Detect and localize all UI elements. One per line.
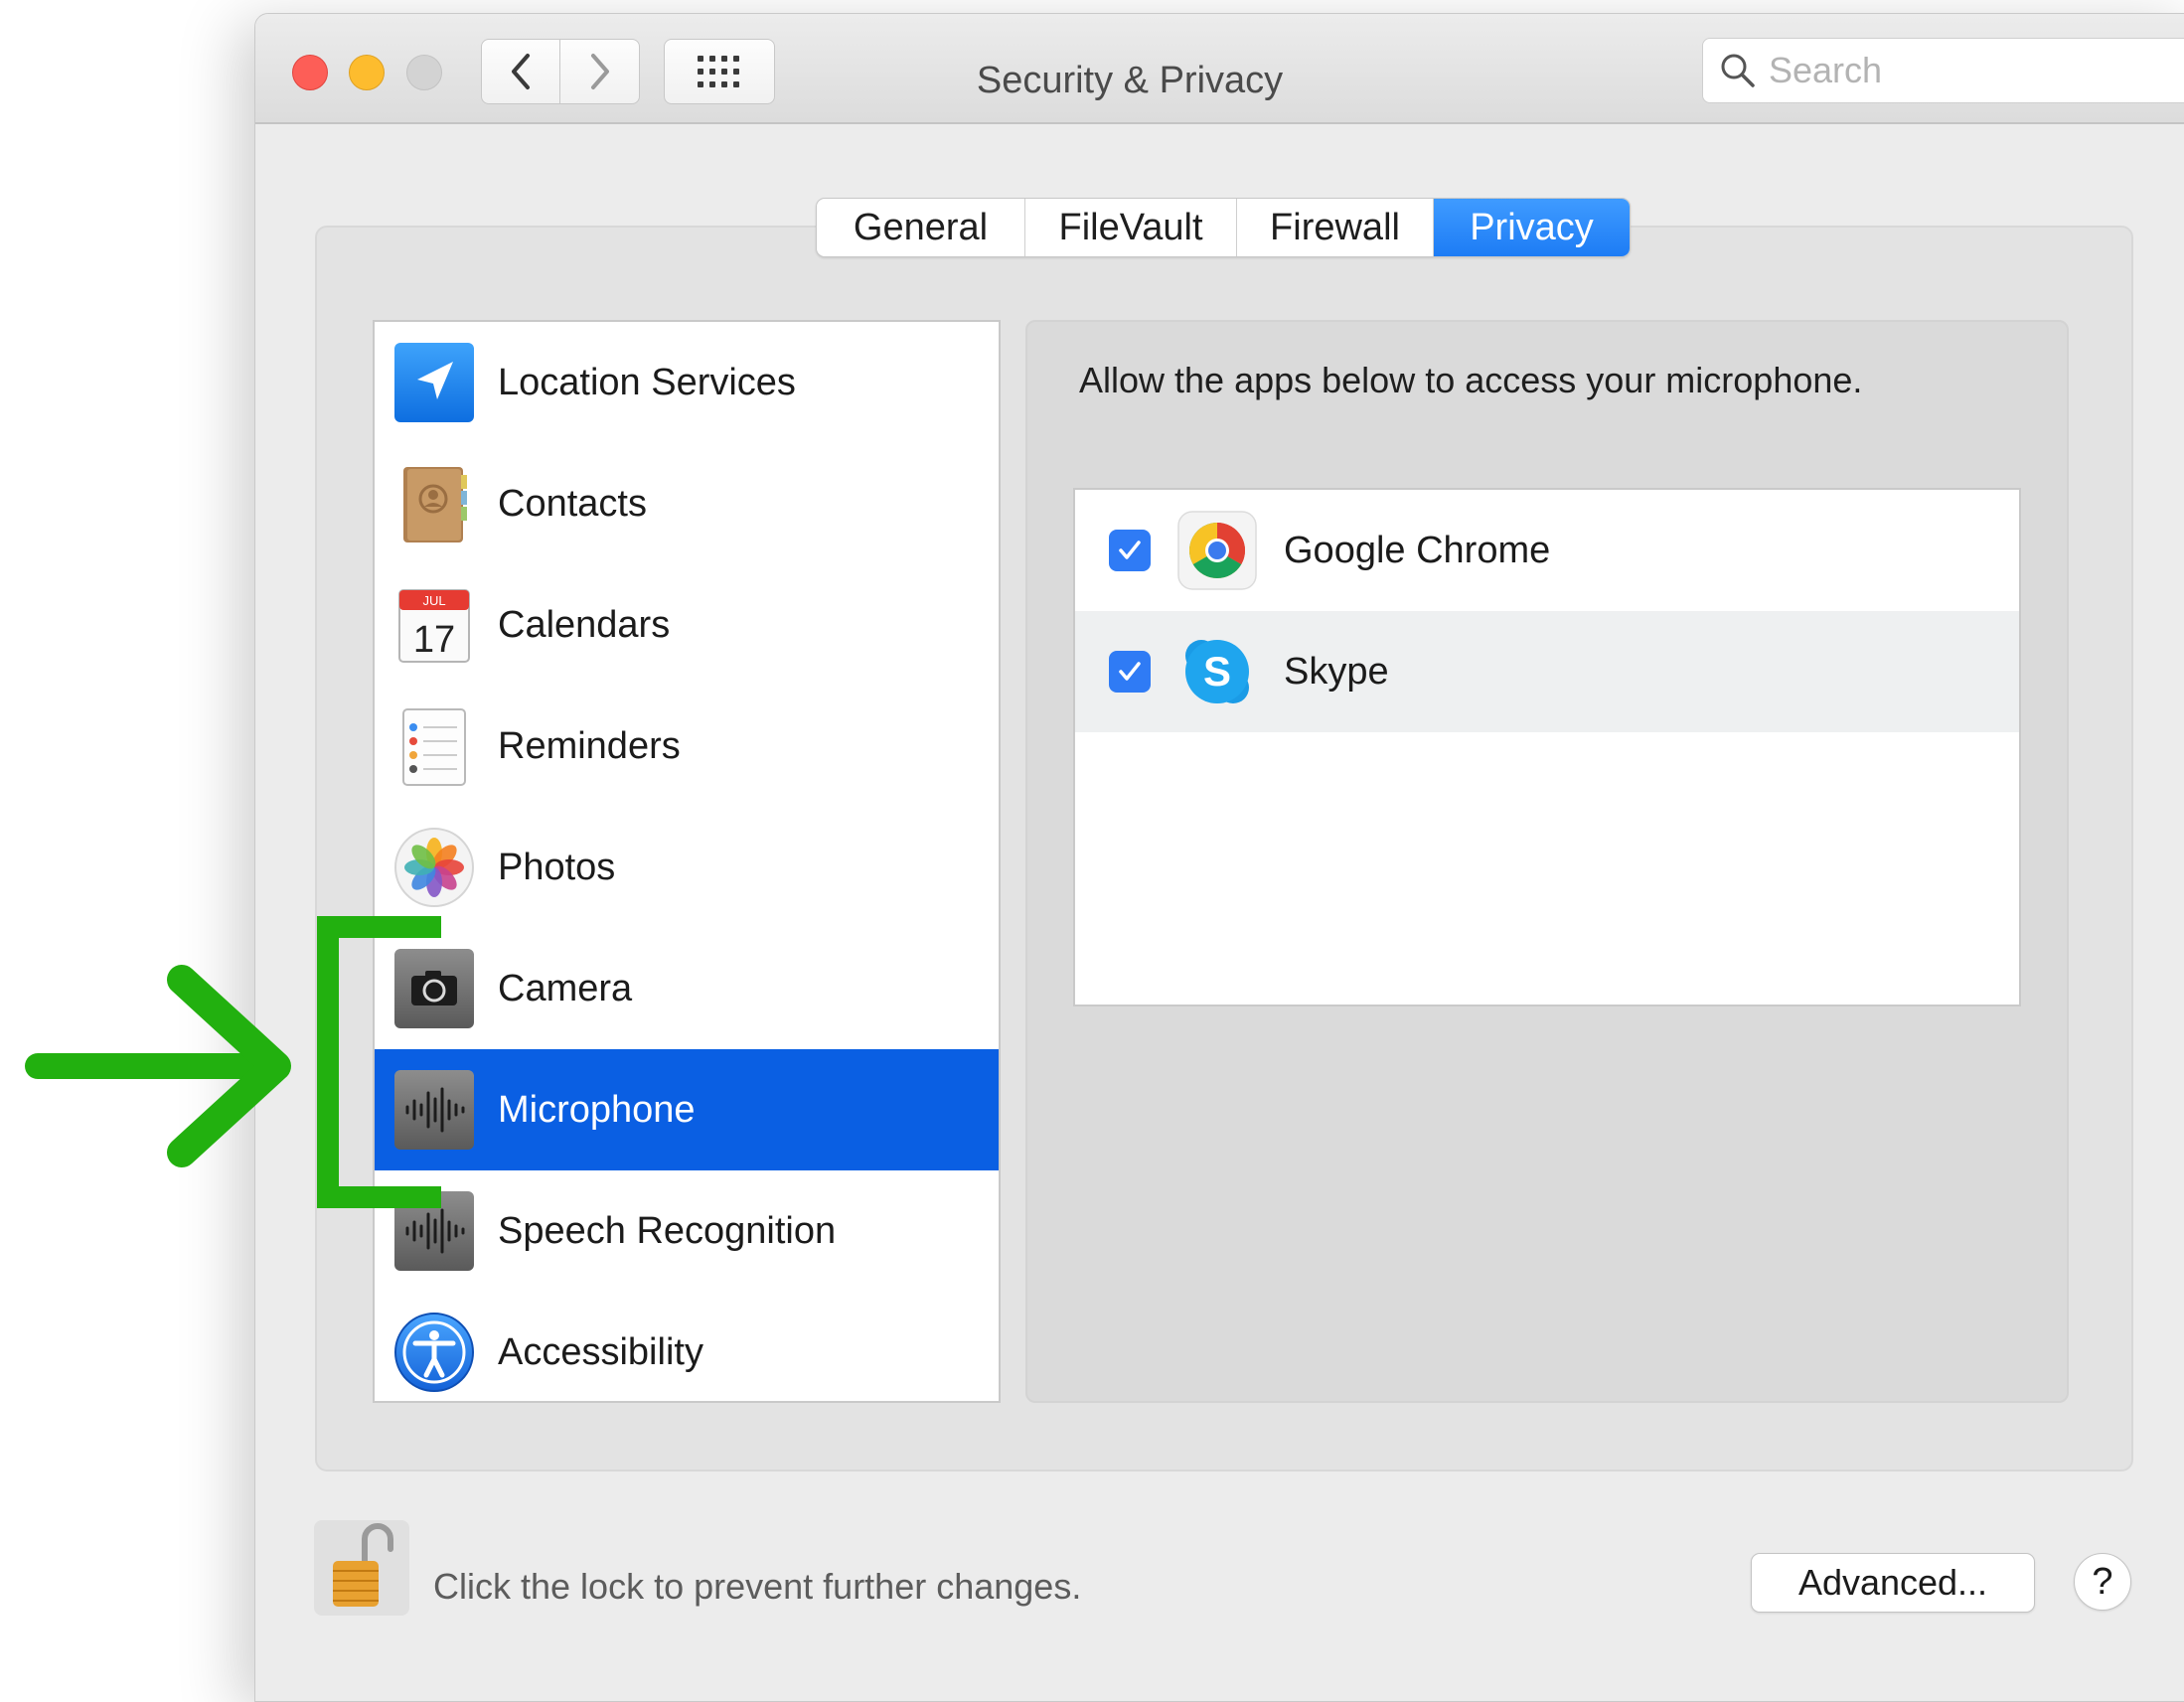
calendar-icon: JUL 17 [392,583,476,667]
back-button[interactable] [481,39,560,104]
zoom-button[interactable] [406,55,442,90]
microphone-waveform-icon [392,1068,476,1152]
category-accessibility[interactable]: Accessibility [375,1292,999,1413]
minimize-button[interactable] [349,55,385,90]
category-label: Contacts [498,482,647,525]
category-photos[interactable]: Photos [375,807,999,928]
help-button[interactable]: ? [2074,1553,2131,1611]
category-camera[interactable]: Camera [375,928,999,1049]
lock-status-text: Click the lock to prevent further change… [433,1566,1082,1607]
search-field[interactable] [1702,38,2184,103]
app-name: Skype [1284,650,1389,693]
skype-icon: S [1176,631,1258,712]
speech-waveform-icon [392,1189,476,1273]
show-all-button[interactable] [664,39,775,104]
calendar-day-text: 17 [413,619,455,661]
chevron-left-icon [512,54,530,89]
svg-text:S: S [1203,648,1231,695]
reminders-list-icon [392,704,476,788]
annotation-arrow-icon [25,965,291,1167]
category-label: Camera [498,967,633,1009]
advanced-button[interactable]: Advanced... [1751,1553,2035,1613]
contacts-book-icon [392,462,476,545]
app-row-skype[interactable]: S Skype [1075,611,2019,732]
tab-bar: General FileVault Firewall Privacy [816,198,1631,257]
grid-icon [698,56,739,87]
checkmark-icon [1119,541,1141,559]
category-reminders[interactable]: Reminders [375,686,999,807]
category-speech-recognition[interactable]: Speech Recognition [375,1170,999,1292]
unlocked-padlock-icon [333,1523,393,1607]
category-label: Calendars [498,603,671,646]
chevron-right-icon [590,54,609,89]
accessibility-person-icon [392,1311,476,1394]
forward-button[interactable] [560,39,640,104]
tab-filevault[interactable]: FileVault [1025,199,1237,256]
category-contacts[interactable]: Contacts [375,443,999,564]
lock-button[interactable] [314,1520,409,1616]
category-label: Reminders [498,724,681,767]
category-label: Photos [498,846,616,888]
app-checkbox[interactable] [1109,530,1151,571]
close-button[interactable] [292,55,328,90]
search-icon [1721,54,1755,87]
category-location-services[interactable]: Location Services [375,322,999,443]
camera-icon [392,947,476,1030]
app-permission-list: Google Chrome S Skype [1073,488,2021,1006]
category-label: Accessibility [498,1330,703,1373]
tab-firewall[interactable]: Firewall [1237,199,1434,256]
pane-instruction: Allow the apps below to access your micr… [1079,360,1863,400]
chrome-icon [1176,510,1258,591]
category-label: Location Services [498,361,796,403]
app-name: Google Chrome [1284,529,1551,571]
category-calendars[interactable]: JUL 17 Calendars [375,564,999,686]
app-row-google-chrome[interactable]: Google Chrome [1075,490,2019,611]
category-label: Speech Recognition [498,1209,837,1252]
privacy-category-list: Location Services Contacts JUL 17 Calenda… [373,320,1001,1403]
category-label: Microphone [498,1088,696,1131]
photos-flower-icon [392,826,476,909]
app-checkbox[interactable] [1109,651,1151,693]
title-bar: Security & Privacy [255,14,2184,124]
tab-privacy[interactable]: Privacy [1434,199,1630,256]
checkmark-icon [1119,662,1141,681]
calendar-month-text: JUL [422,593,445,608]
category-microphone[interactable]: Microphone [375,1049,999,1170]
tab-general[interactable]: General [817,199,1025,256]
search-input[interactable] [1769,50,2166,91]
location-arrow-icon [392,341,476,424]
window-title: Security & Privacy [976,60,1284,101]
